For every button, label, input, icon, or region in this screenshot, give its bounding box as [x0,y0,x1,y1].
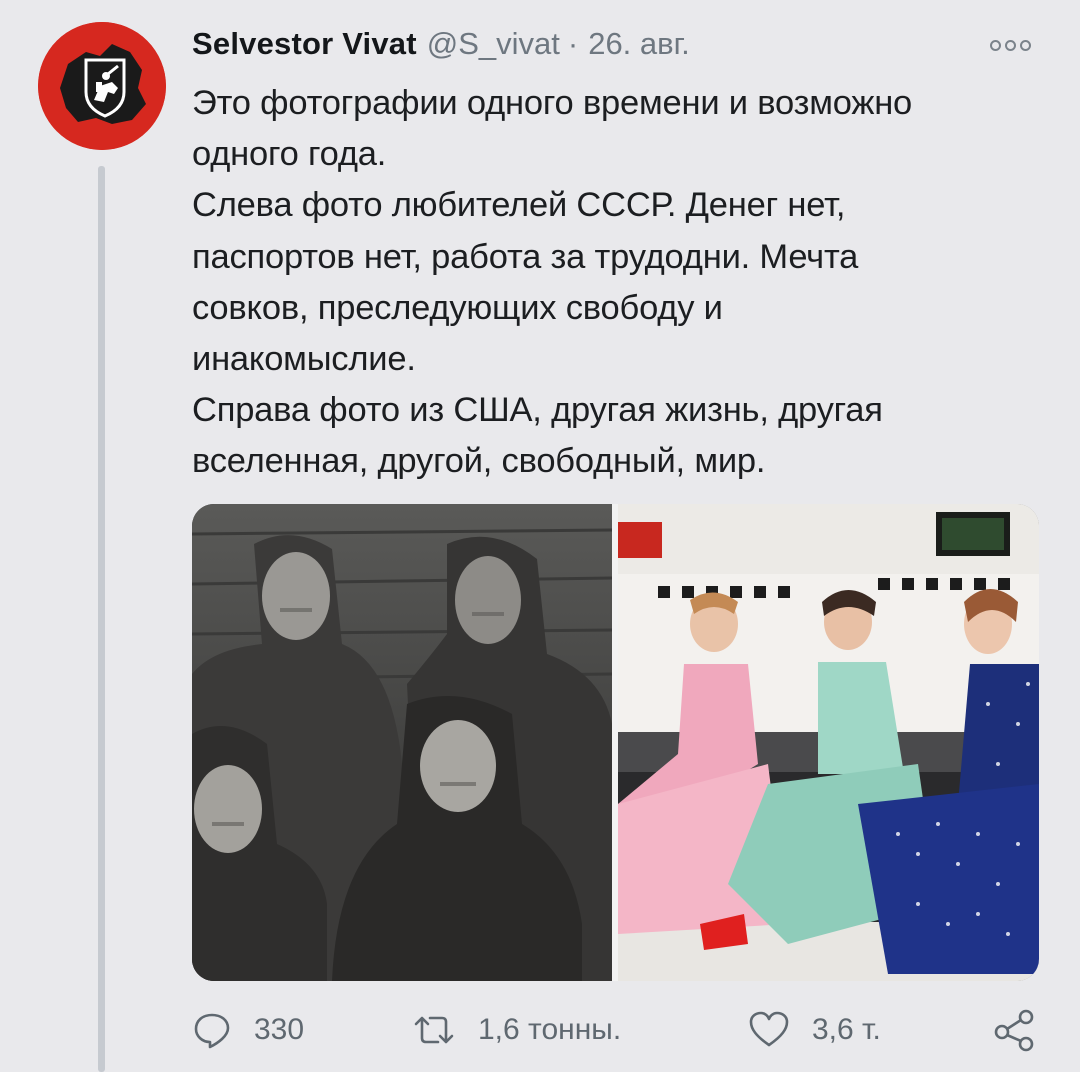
like-icon [749,1011,789,1047]
reply-count: 330 [254,1013,305,1046]
share-button[interactable] [992,1005,1036,1055]
tweet-text: Это фотографии одного времени и возможно… [192,78,1042,488]
reply-icon [194,1013,230,1049]
tweet-actions: 330 1,6 тонны. 3,6 т. [192,1005,1052,1055]
retweet-button[interactable]: 1,6 тонны. [412,1005,621,1055]
retweet-icon [414,1016,454,1044]
tweet-text-line: Справа фото из США, другая жизнь, другая [192,391,883,430]
separator-dot: · [567,26,579,61]
tweet-text-line: паспортов нет, работа за трудодни. Мечта [192,237,859,276]
photo-left-soviet-women[interactable] [192,504,612,981]
tweet-text-line: Это фотографии одного времени и возможно [192,84,913,122]
author-display-name[interactable]: Selvestor Vivat [192,26,417,62]
retweet-count: 1,6 тонны. [478,1013,622,1046]
tweet-media[interactable] [192,504,1039,981]
tweet-text-line: вселенная, другой, свободный, мир. [192,442,766,481]
reply-button[interactable]: 330 [192,1005,304,1055]
tweet-text-line: одного года. [192,135,387,174]
avatar[interactable] [38,22,166,150]
like-count: 3,6 т. [812,1013,881,1046]
like-button[interactable]: 3,6 т. [748,1005,881,1055]
more-options-icon[interactable] [990,36,1036,54]
thread-line [98,166,105,1072]
tweet[interactable]: Selvestor Vivat @S_vivat · 26. авг. Это … [0,0,1080,1072]
photo-right-american-women[interactable] [618,504,1039,981]
pahonia-emblem-icon [38,22,166,150]
tweet-text-line: Слева фото любителей СССР. Денег нет, [192,186,846,225]
author-handle[interactable]: @S_vivat [427,26,560,62]
share-icon [994,1009,1034,1052]
tweet-text-line: совков, преследующих свободу и [192,288,723,327]
tweet-text-line: инакомыслие. [192,340,416,379]
tweet-header: Selvestor Vivat @S_vivat · 26. авг. [192,26,690,66]
tweet-date[interactable]: 26. авг. [588,26,690,62]
